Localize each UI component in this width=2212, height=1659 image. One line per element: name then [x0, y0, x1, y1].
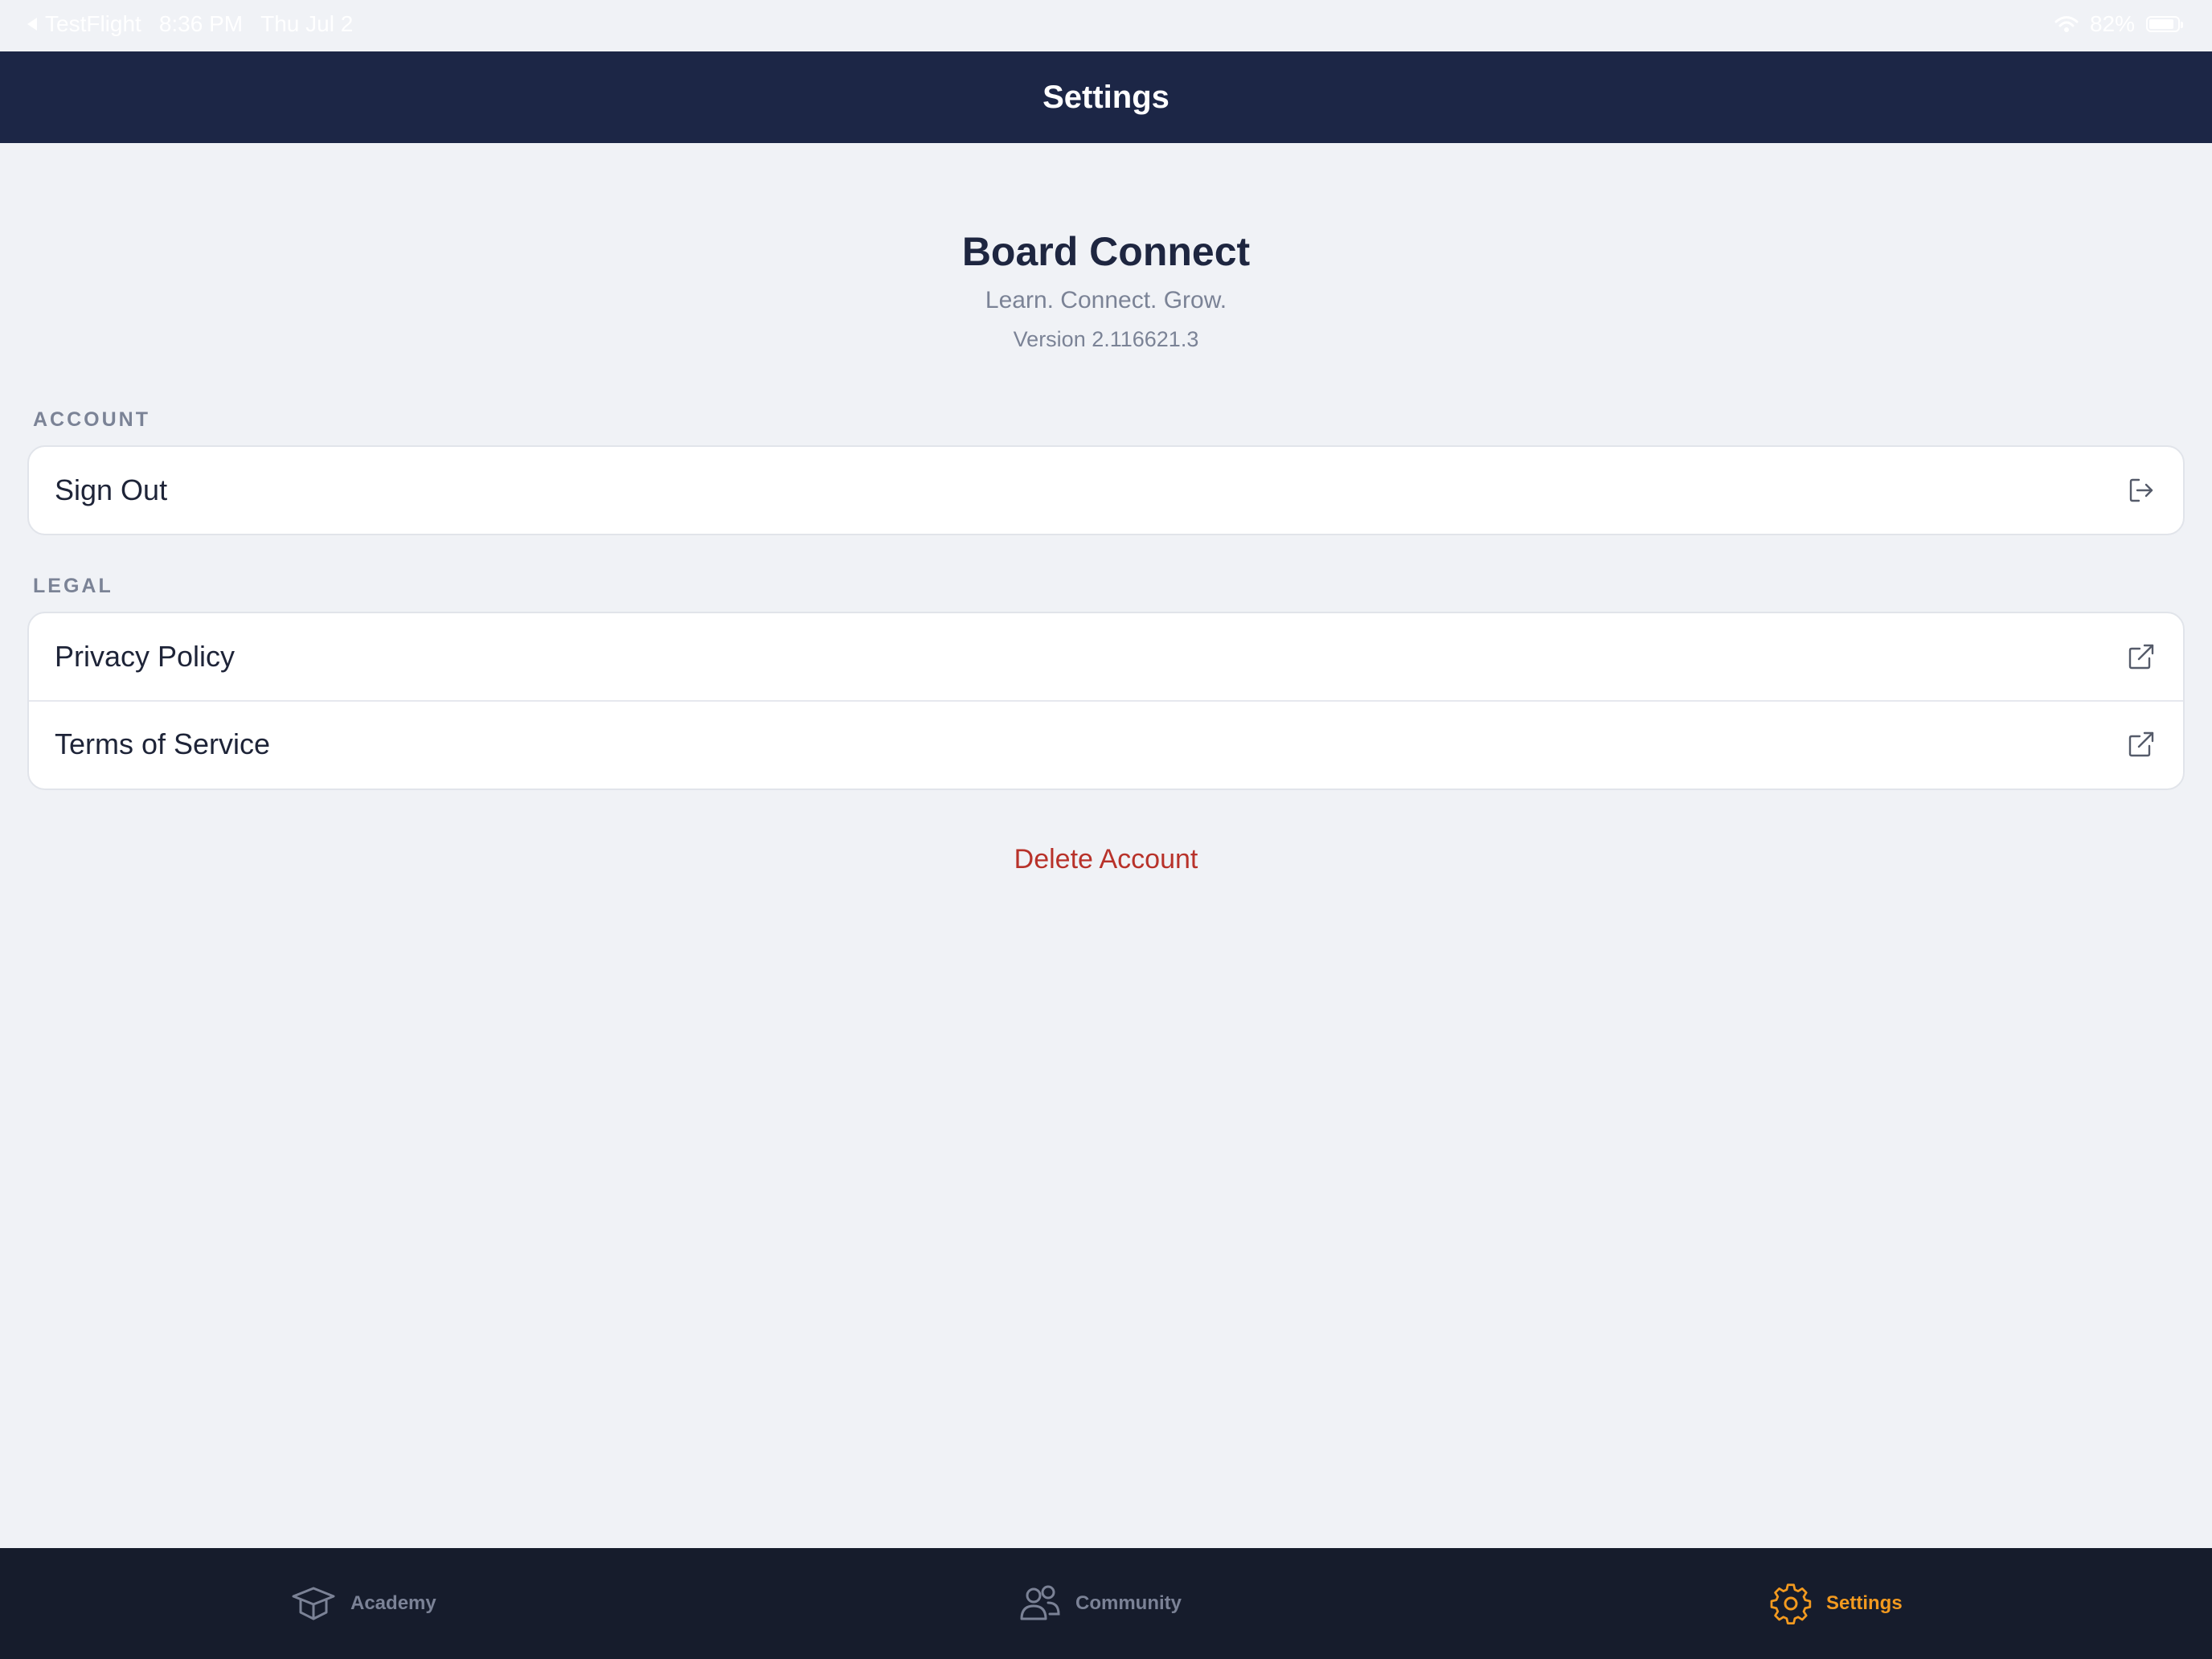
battery-icon — [2146, 16, 2183, 32]
section-header-account: ACCOUNT — [33, 408, 150, 431]
navigation-bar: Settings — [0, 51, 2212, 143]
tab-label-settings: Settings — [1826, 1592, 1903, 1614]
graduation-cap-icon — [292, 1587, 335, 1620]
section-header-legal: LEGAL — [33, 575, 113, 597]
wifi-icon — [2054, 16, 2079, 32]
app-version: Version 2.116621.3 — [1013, 327, 1199, 351]
privacy-policy-label: Privacy Policy — [55, 640, 236, 673]
account-card: Sign Out — [27, 445, 2185, 535]
external-link-icon — [2125, 728, 2157, 760]
sign-out-label: Sign Out — [55, 473, 168, 506]
sign-out-icon — [2125, 474, 2157, 506]
privacy-policy-row[interactable]: Privacy Policy — [29, 613, 2183, 700]
delete-account-button[interactable]: Delete Account — [1014, 844, 1198, 875]
tab-academy[interactable]: Academy — [291, 1548, 436, 1659]
tab-community[interactable]: Community — [1019, 1548, 1182, 1659]
app-name: Board Connect — [961, 229, 1251, 274]
terms-of-service-label: Terms of Service — [55, 727, 271, 760]
gear-icon — [1770, 1583, 1812, 1624]
back-to-testflight[interactable]: TestFlight — [26, 11, 141, 37]
legal-card: Privacy Policy Terms of Service — [27, 612, 2185, 790]
app-info: Board Connect Learn. Connect. Grow. Vers… — [0, 225, 2212, 354]
sign-out-row[interactable]: Sign Out — [29, 447, 2183, 534]
external-link-icon — [2125, 641, 2157, 673]
tab-label-academy: Academy — [350, 1592, 436, 1614]
tab-bar: Academy Community Settings — [0, 1548, 2212, 1659]
page-title: Settings — [1043, 79, 1169, 115]
tab-label-community: Community — [1075, 1592, 1182, 1614]
status-time: 8:36 PM — [158, 11, 244, 36]
back-app-label: TestFlight — [45, 11, 141, 36]
status-bar: TestFlight 8:36 PM Thu Jul 2 82% — [0, 0, 2212, 51]
tab-settings[interactable]: Settings — [1770, 1548, 1903, 1659]
delete-account-container: Delete Account — [0, 844, 2212, 875]
battery-percent: 82% — [2089, 11, 2135, 36]
status-bar-left: TestFlight 8:36 PM Thu Jul 2 — [26, 11, 353, 37]
back-triangle-icon — [27, 18, 37, 31]
users-icon — [1020, 1585, 1060, 1620]
app-tagline: Learn. Connect. Grow. — [985, 287, 1227, 313]
terms-of-service-row[interactable]: Terms of Service — [29, 700, 2183, 787]
status-date: Thu Jul 2 — [260, 11, 354, 36]
status-bar-right: 82% — [2054, 11, 2183, 37]
